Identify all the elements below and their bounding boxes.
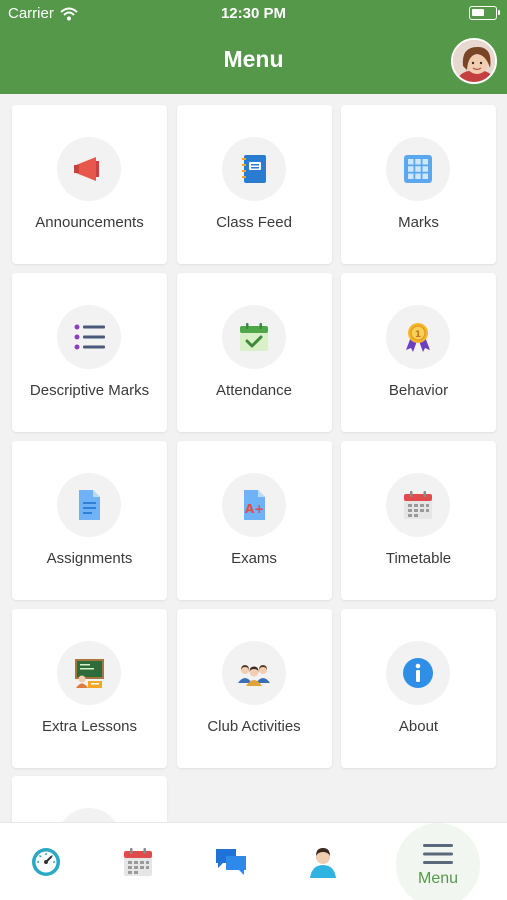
tile-icon-circle: [386, 473, 450, 537]
tile-icon-circle: A+: [221, 473, 286, 537]
tile-club-activities[interactable]: Club Activities: [176, 609, 332, 768]
info-icon: [403, 658, 433, 688]
calendar-icon: [124, 848, 152, 876]
document-icon: [79, 490, 100, 520]
tile-descriptive-marks[interactable]: Descriptive Marks: [12, 273, 167, 432]
tile-label: Marks: [398, 214, 439, 231]
tile-timetable[interactable]: Timetable: [341, 441, 496, 600]
chalkboard-icon: [75, 659, 104, 688]
tile-label: Timetable: [385, 550, 452, 567]
tile-label: Exams: [231, 550, 277, 567]
avatar[interactable]: [451, 38, 497, 84]
tile-extra-lessons[interactable]: Extra Lessons: [12, 609, 167, 768]
medal-icon: 1: [406, 323, 430, 352]
tab-calendar[interactable]: [102, 823, 174, 900]
tile-attendance[interactable]: Attendance: [176, 273, 332, 432]
graded-paper-icon: A+: [243, 490, 265, 520]
tile-assignments[interactable]: Assignments: [12, 441, 167, 600]
battery-icon: [469, 6, 500, 20]
tile-behavior[interactable]: 1 Behavior: [341, 273, 496, 432]
menu-grid: Announcements Class Feed Marks Descripti…: [12, 105, 496, 768]
tile-icon-circle: [57, 137, 121, 201]
profile-photo-icon: [453, 40, 495, 82]
notebook-icon: [241, 155, 266, 183]
tile-label: Club Activities: [207, 718, 301, 735]
tile-announcements[interactable]: Announcements: [12, 105, 167, 264]
tile-icon-circle: [221, 137, 286, 201]
tile-label: Extra Lessons: [41, 718, 138, 735]
tile-label: Assignments: [46, 550, 133, 567]
tile-icon-circle: [57, 473, 121, 537]
tile-icon-circle: [221, 641, 286, 705]
bullet-list-icon: [74, 324, 105, 350]
chat-bubbles-icon: [216, 849, 246, 875]
tile-icon-circle: [57, 305, 121, 369]
tile-label: Announcements: [35, 214, 144, 231]
grid-icon: [404, 155, 432, 183]
tile-class-feed[interactable]: Class Feed: [176, 105, 332, 264]
tile-icon-circle: [386, 641, 450, 705]
tab-messages[interactable]: [195, 823, 267, 900]
calendar-check-icon: [239, 323, 268, 351]
app-header: Carrier 12:30 PM Menu: [0, 0, 507, 94]
status-bar: Carrier 12:30 PM: [0, 0, 507, 28]
tile-label: Descriptive Marks: [29, 382, 150, 399]
bottom-tab-bar: Menu: [0, 822, 507, 900]
svg-text:A+: A+: [244, 502, 263, 516]
svg-text:1: 1: [415, 330, 421, 340]
tile-label: About: [398, 718, 439, 735]
group-icon: [237, 665, 270, 686]
tab-dashboard[interactable]: [10, 823, 82, 900]
tile-about[interactable]: About: [341, 609, 496, 768]
tab-profile[interactable]: [287, 823, 359, 900]
tile-label: Class Feed: [216, 214, 292, 231]
dashboard-gauge-icon: [32, 848, 60, 876]
tile-icon-circle: [57, 641, 121, 705]
hamburger-icon: [423, 844, 453, 864]
user-icon: [310, 848, 336, 878]
tile-label: Behavior: [388, 382, 449, 399]
tile-icon-circle: [386, 137, 450, 201]
megaphone-icon: [74, 157, 99, 181]
tile-icon-circle: [221, 305, 286, 369]
tile-exams[interactable]: A+ Exams: [176, 441, 332, 600]
battery-level: [472, 9, 484, 16]
page-title: Menu: [223, 46, 284, 72]
status-time: 12:30 PM: [220, 5, 287, 22]
calendar-icon: [404, 491, 432, 519]
tab-menu[interactable]: Menu: [396, 823, 480, 900]
tile-icon-circle: 1: [386, 305, 450, 369]
tab-menu-label: Menu: [417, 870, 459, 887]
tile-marks[interactable]: Marks: [341, 105, 496, 264]
tile-label: Attendance: [216, 382, 292, 399]
